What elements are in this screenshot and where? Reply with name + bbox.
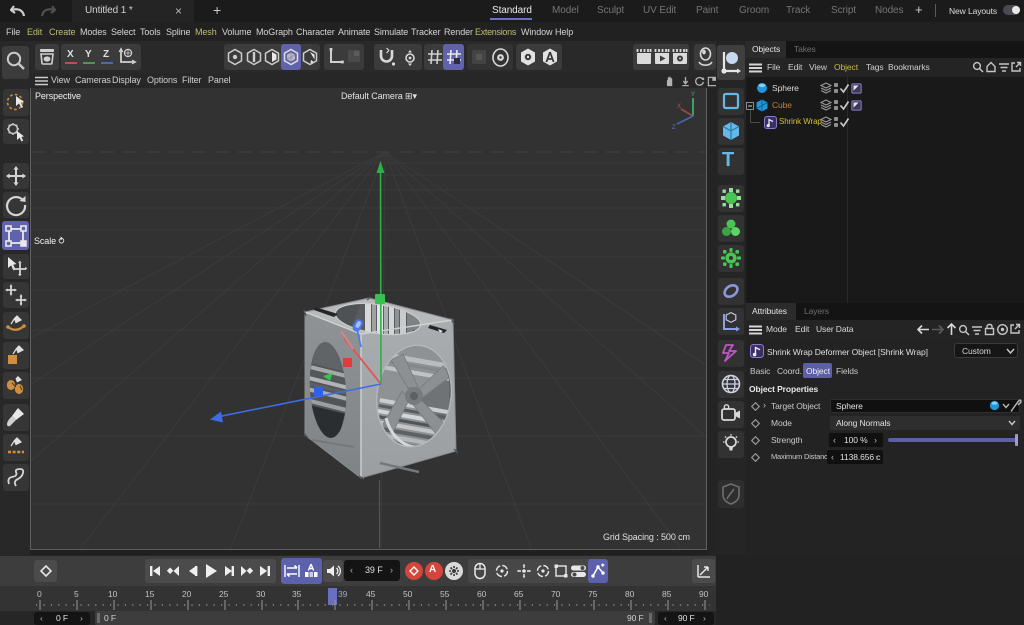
svg-text:Y: Y [691,92,695,98]
svg-text:X: X [677,104,681,110]
svg-text:Z: Z [672,125,676,131]
